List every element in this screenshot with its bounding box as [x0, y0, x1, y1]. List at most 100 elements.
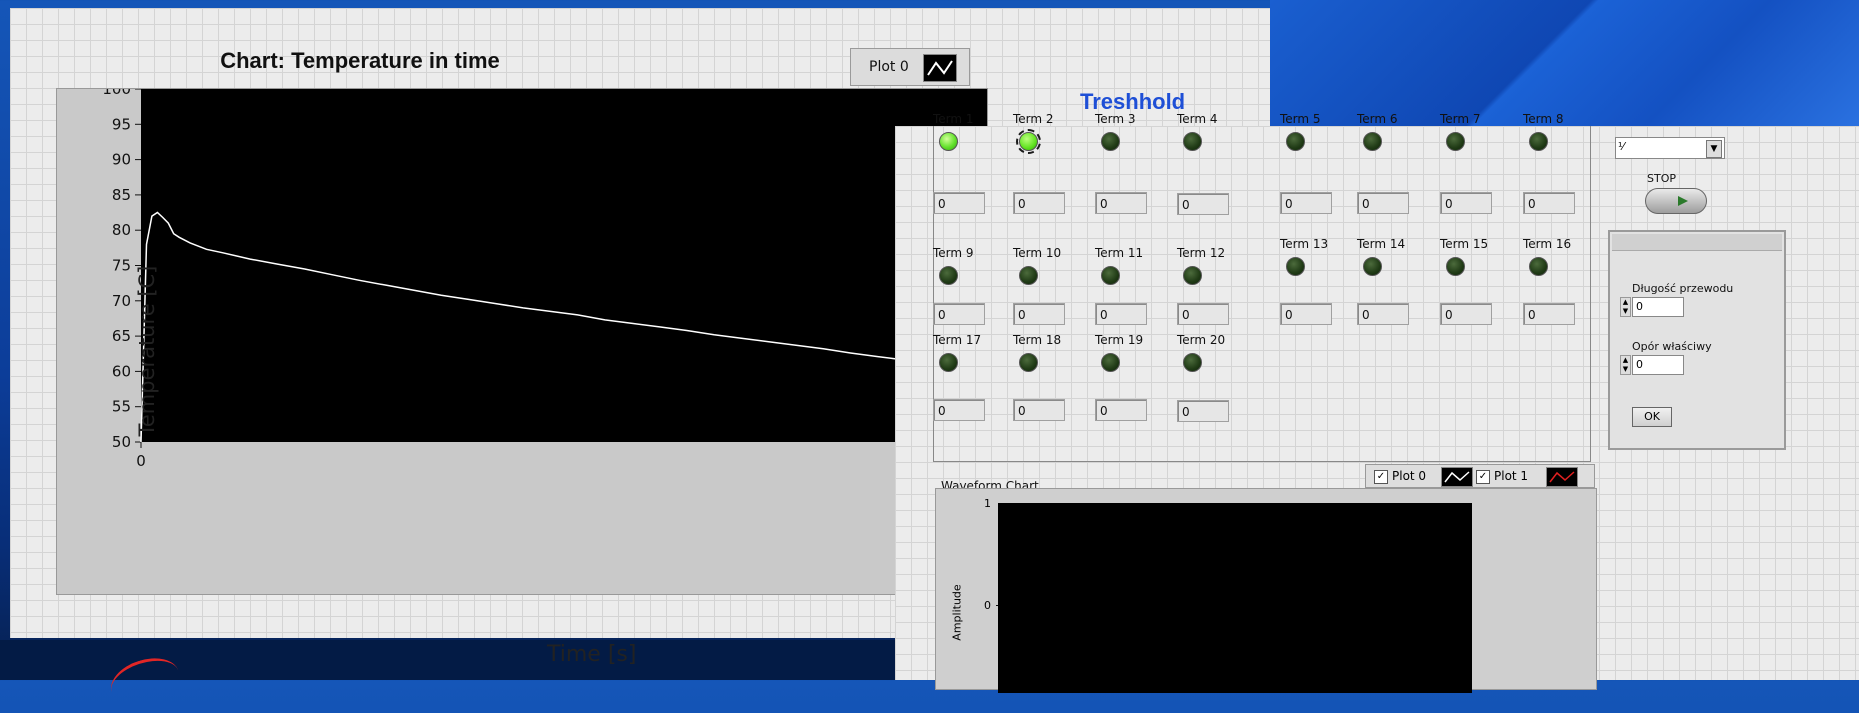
enum-icon: ⅟	[1618, 140, 1625, 153]
term-label: Term 5	[1280, 112, 1321, 126]
term-value-display: 0	[1523, 303, 1575, 325]
cable-length-stepper-icon[interactable]: ▲ ▼	[1620, 297, 1631, 317]
term-value-display: 0	[1440, 303, 1492, 325]
led-icon[interactable]	[1019, 266, 1038, 285]
led-icon[interactable]	[1529, 257, 1548, 276]
term-label: Term 16	[1523, 237, 1572, 251]
led-icon[interactable]	[1529, 132, 1548, 151]
led-icon[interactable]	[1183, 266, 1202, 285]
term-value-display: 0	[1013, 192, 1065, 214]
term-label: Term 7	[1440, 112, 1481, 126]
waveform-y-tick-0: 0	[984, 599, 991, 612]
plot0-line-swatch-icon	[1441, 467, 1473, 487]
term-value-display: 0	[933, 303, 985, 325]
term-label: Term 1	[933, 112, 974, 126]
waveform-legend[interactable]: ✓ Plot 0 ✓ Plot 1	[1365, 464, 1595, 488]
ok-button[interactable]: OK	[1632, 407, 1672, 427]
parameters-cluster: Długość przewodu ▲ ▼ 0 Opór właściwy ▲ ▼ 0…	[1608, 230, 1786, 450]
y-tick-label: 60	[112, 362, 131, 380]
term-label: Term 9	[933, 246, 974, 260]
led-icon[interactable]	[1286, 132, 1305, 151]
led-icon[interactable]	[1446, 257, 1465, 276]
led-icon[interactable]	[1183, 132, 1202, 151]
led-icon[interactable]	[1101, 266, 1120, 285]
y-tick-label: 50	[112, 433, 131, 451]
led-icon[interactable]	[1101, 132, 1120, 151]
plot0-line-swatch-icon	[923, 54, 957, 82]
y-tick-label: 70	[112, 292, 131, 310]
term-label: Term 15	[1440, 237, 1489, 251]
slide-background-decoration	[1270, 0, 1859, 126]
term-value-display: 0	[1280, 303, 1332, 325]
plot-legend[interactable]: Plot 0	[850, 48, 970, 86]
enum-selector[interactable]: ⅟ ▼	[1615, 137, 1725, 159]
waveform-chart-frame: Amplitude 1 0	[935, 488, 1597, 693]
led-icon[interactable]	[1363, 257, 1382, 276]
term-label: Term 8	[1523, 112, 1564, 126]
stop-indicator-icon	[1678, 196, 1688, 206]
term-value-display: 0	[1095, 192, 1147, 214]
led-icon[interactable]	[939, 132, 958, 151]
term-value-display: 0	[1177, 193, 1229, 215]
legend-label-plot1: Plot 1	[1494, 469, 1529, 483]
plot0-checkbox[interactable]: ✓	[1374, 470, 1388, 484]
stop-label: STOP	[1647, 172, 1676, 185]
y-axis-label: Temperature [C]	[135, 265, 159, 437]
term-value-display: 0	[1523, 192, 1575, 214]
term-label: Term 14	[1357, 237, 1406, 251]
led-icon[interactable]	[1286, 257, 1305, 276]
y-tick-label: 100	[102, 89, 131, 98]
cable-length-label: Długość przewodu	[1632, 282, 1734, 295]
y-tick-label: 85	[112, 186, 131, 204]
y-tick-label: 55	[112, 398, 131, 416]
plot1-checkbox[interactable]: ✓	[1476, 470, 1490, 484]
term-label: Term 17	[933, 333, 982, 347]
cable-length-input[interactable]: 0	[1632, 297, 1684, 317]
term-label: Term 10	[1013, 246, 1062, 260]
y-tick-label: 75	[112, 257, 131, 275]
term-value-display: 0	[1013, 399, 1065, 421]
term-value-display: 0	[933, 192, 985, 214]
plot1-line-swatch-icon	[1546, 467, 1578, 487]
legend-label-plot0: Plot 0	[869, 59, 909, 75]
term-value-display: 0	[1280, 192, 1332, 214]
led-icon[interactable]	[1363, 132, 1382, 151]
waveform-y-axis-label: Amplitude	[950, 584, 964, 641]
term-label: Term 13	[1280, 237, 1329, 251]
term-value-display: 0	[1013, 303, 1065, 325]
cluster-header	[1612, 234, 1782, 251]
term-label: Term 2	[1013, 112, 1054, 126]
x-axis-label: Time [s]	[547, 642, 637, 667]
term-value-display: 0	[1095, 399, 1147, 421]
led-icon[interactable]	[1446, 132, 1465, 151]
led-icon[interactable]	[1183, 353, 1202, 372]
term-label: Term 12	[1177, 246, 1226, 260]
led-icon[interactable]	[939, 266, 958, 285]
legend-label-plot0: Plot 0	[1392, 469, 1427, 483]
term-value-display: 0	[1095, 303, 1147, 325]
term-value-display: 0	[1177, 303, 1229, 325]
waveform-plot-area	[998, 503, 1472, 693]
led-icon[interactable]	[939, 353, 958, 372]
temperature-chart: 100 95 90 85 80 75 70 65 60 55 50 0	[102, 89, 987, 470]
term-label: Term 4	[1177, 112, 1218, 126]
y-tick-label: 65	[112, 327, 131, 345]
led-icon[interactable]	[1016, 129, 1041, 154]
y-tick-label: 95	[112, 115, 131, 133]
term-label: Term 3	[1095, 112, 1136, 126]
resistivity-label: Opór właściwy	[1632, 340, 1712, 353]
term-label: Term 19	[1095, 333, 1144, 347]
plot-area	[141, 89, 987, 442]
resistivity-input[interactable]: 0	[1632, 355, 1684, 375]
term-label: Term 6	[1357, 112, 1398, 126]
chevron-down-icon[interactable]: ▼	[1706, 140, 1722, 158]
stop-button[interactable]	[1645, 188, 1707, 214]
led-icon[interactable]	[1101, 353, 1120, 372]
y-tick-label: 90	[112, 151, 131, 169]
term-value-display: 0	[1440, 192, 1492, 214]
term-label: Term 11	[1095, 246, 1144, 260]
led-icon[interactable]	[1019, 353, 1038, 372]
term-label: Term 18	[1013, 333, 1062, 347]
resistivity-stepper-icon[interactable]: ▲ ▼	[1620, 355, 1631, 375]
term-value-display: 0	[1357, 192, 1409, 214]
